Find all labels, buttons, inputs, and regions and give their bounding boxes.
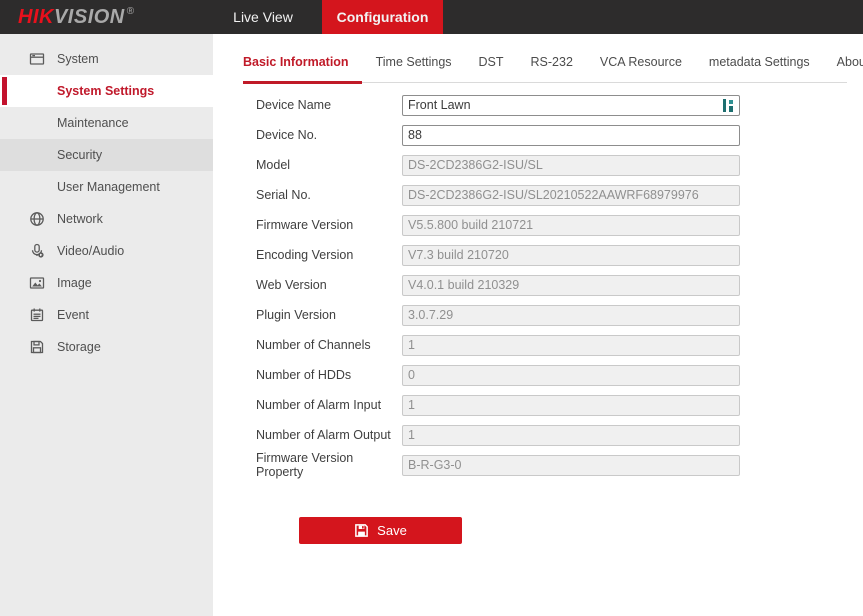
encoding-version-field (402, 245, 740, 266)
main-content: Basic Information Time Settings DST RS-232 V… (213, 34, 863, 616)
logo-vision-text: VISION (54, 6, 125, 29)
save-label: Save (377, 523, 407, 538)
form-row-device-name: Device Name (256, 90, 863, 120)
field-label: Firmware Version (256, 218, 402, 232)
storage-icon (29, 339, 45, 355)
sidebar-item-event[interactable]: Event (0, 299, 213, 331)
device-no-input[interactable] (402, 125, 740, 146)
field-label: Web Version (256, 278, 402, 292)
video-audio-icon (29, 243, 45, 259)
sidebar: System System Settings Maintenance Secur… (0, 34, 213, 616)
sidebar-item-security[interactable]: Security (0, 139, 213, 171)
field-label: Plugin Version (256, 308, 402, 322)
sidebar-item-storage[interactable]: Storage (0, 331, 213, 363)
nav-live-view[interactable]: Live View (213, 0, 313, 34)
sidebar-item-label: System Settings (57, 84, 154, 98)
form-row-firmware-version-property: Firmware Version Property (256, 450, 863, 480)
serial-no-field (402, 185, 740, 206)
registered-trademark-icon: ® (127, 6, 135, 17)
plugin-version-field (402, 305, 740, 326)
model-field (402, 155, 740, 176)
sidebar-item-label: Video/Audio (57, 244, 124, 258)
sidebar-item-label: Storage (57, 340, 101, 354)
sidebar-item-label: Security (57, 148, 102, 162)
tab-time-settings[interactable]: Time Settings (376, 55, 452, 82)
field-label: Number of Alarm Output (256, 428, 402, 442)
sidebar-item-image[interactable]: Image (0, 267, 213, 299)
active-item-marker (2, 77, 7, 105)
device-name-input[interactable] (402, 95, 740, 116)
save-icon (354, 523, 369, 538)
tab-about[interactable]: About (837, 55, 863, 82)
firmware-version-field (402, 215, 740, 236)
sidebar-item-label: User Management (57, 180, 160, 194)
field-label: Encoding Version (256, 248, 402, 262)
field-label: Firmware Version Property (256, 451, 402, 479)
image-icon (29, 275, 45, 291)
form-row-serial-no: Serial No. (256, 180, 863, 210)
firmware-version-property-field (402, 455, 740, 476)
ime-input-icon (722, 99, 735, 112)
form-row-firmware-version: Firmware Version (256, 210, 863, 240)
sidebar-item-label: Image (57, 276, 92, 290)
tab-bar: Basic Information Time Settings DST RS-232 V… (243, 55, 847, 83)
web-version-field (402, 275, 740, 296)
sidebar-item-video-audio[interactable]: Video/Audio (0, 235, 213, 267)
field-label: Device No. (256, 128, 402, 142)
number-of-alarm-output-field (402, 425, 740, 446)
device-name-input-wrap (402, 95, 740, 116)
tab-metadata-settings[interactable]: metadata Settings (709, 55, 810, 82)
form-row-number-of-channels: Number of Channels (256, 330, 863, 360)
basic-information-form: Device Name Device No. Model Serial No. … (256, 90, 863, 544)
form-row-device-no: Device No. (256, 120, 863, 150)
save-button[interactable]: Save (299, 517, 462, 544)
form-row-encoding-version: Encoding Version (256, 240, 863, 270)
sidebar-item-label: Network (57, 212, 103, 226)
sidebar-item-label: Maintenance (57, 116, 129, 130)
sidebar-item-user-management[interactable]: User Management (0, 171, 213, 203)
number-of-alarm-input-field (402, 395, 740, 416)
hikvision-config-page: HIKVISION® Live View Configuration Syste… (0, 0, 863, 616)
sidebar-item-system[interactable]: System (0, 43, 213, 75)
number-of-channels-field (402, 335, 740, 356)
form-row-number-of-alarm-input: Number of Alarm Input (256, 390, 863, 420)
tab-basic-information[interactable]: Basic Information (243, 55, 362, 82)
field-label: Serial No. (256, 188, 402, 202)
number-of-hdds-field (402, 365, 740, 386)
form-row-plugin-version: Plugin Version (256, 300, 863, 330)
sidebar-item-network[interactable]: Network (0, 203, 213, 235)
form-row-model: Model (256, 150, 863, 180)
nav-configuration[interactable]: Configuration (322, 0, 443, 34)
sidebar-item-label: System (57, 52, 99, 66)
hikvision-logo: HIKVISION® (0, 0, 213, 34)
network-icon (29, 211, 45, 227)
form-row-number-of-alarm-output: Number of Alarm Output (256, 420, 863, 450)
event-icon (29, 307, 45, 323)
tab-dst[interactable]: DST (479, 55, 504, 82)
sidebar-item-system-settings[interactable]: System Settings (0, 75, 213, 107)
top-bar: HIKVISION® Live View Configuration (0, 0, 863, 34)
system-icon (29, 51, 45, 67)
tab-vca-resource[interactable]: VCA Resource (600, 55, 682, 82)
field-label: Number of Channels (256, 338, 402, 352)
field-label: Number of Alarm Input (256, 398, 402, 412)
field-label: Number of HDDs (256, 368, 402, 382)
field-label: Model (256, 158, 402, 172)
logo-hik-text: HIK (18, 6, 54, 29)
tab-rs-232[interactable]: RS-232 (531, 55, 573, 82)
form-row-web-version: Web Version (256, 270, 863, 300)
field-label: Device Name (256, 98, 402, 112)
sidebar-item-label: Event (57, 308, 89, 322)
sidebar-item-maintenance[interactable]: Maintenance (0, 107, 213, 139)
form-row-number-of-hdds: Number of HDDs (256, 360, 863, 390)
